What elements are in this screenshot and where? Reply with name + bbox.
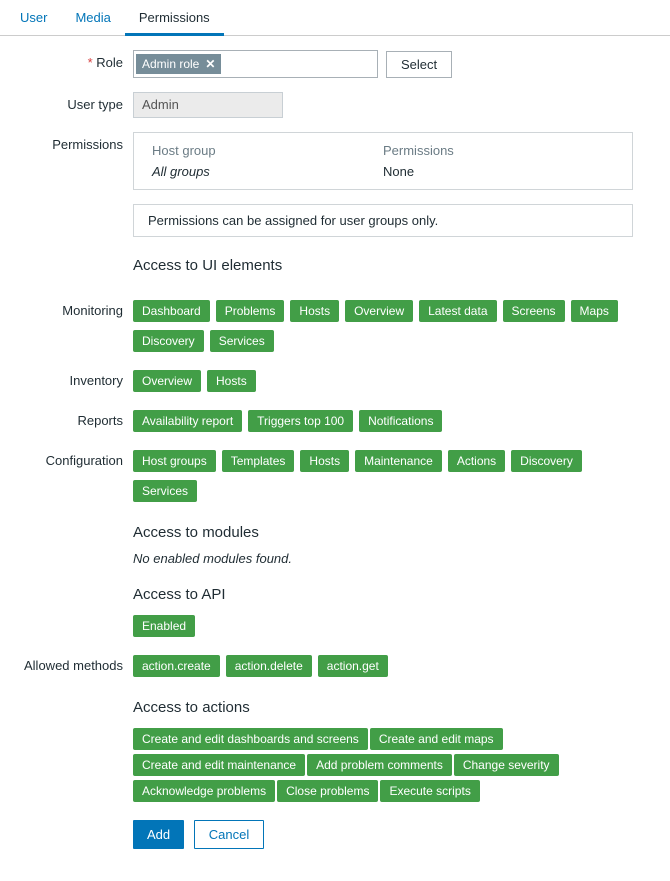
permission-tag: Acknowledge problems: [133, 780, 275, 802]
role-chip-text: Admin role: [142, 57, 199, 71]
permission-tag: Availability report: [133, 410, 242, 432]
tab-media[interactable]: Media: [61, 0, 124, 35]
permission-tag: Triggers top 100: [248, 410, 353, 432]
permission-tag: Hosts: [207, 370, 256, 392]
reports-tags: Availability report Triggers top 100 Notif…: [133, 408, 652, 434]
role-select-button[interactable]: Select: [386, 51, 452, 78]
permission-tag: Host groups: [133, 450, 216, 472]
label-role: Role: [18, 50, 133, 70]
permission-tag: Problems: [216, 300, 285, 322]
section-modules-title: Access to modules: [133, 524, 652, 541]
permission-tag: Overview: [133, 370, 201, 392]
permission-tag: action.create: [133, 655, 220, 677]
permissions-box: Host group All groups Permissions None: [133, 132, 633, 190]
permission-tag: Maps: [571, 300, 618, 322]
perm-permissions-header: Permissions: [383, 143, 614, 158]
label-inventory: Inventory: [18, 368, 133, 388]
configuration-tags: Host groups TemplatesHosts Maintenance Acti…: [133, 448, 652, 504]
permission-tag: Overview: [345, 300, 413, 322]
permission-tag: Templates: [222, 450, 295, 472]
perm-hostgroup-header: Host group: [152, 143, 383, 158]
perm-permissions-value: None: [383, 164, 614, 179]
permission-tag: Discovery: [133, 330, 204, 352]
permission-tag: Maintenance: [355, 450, 442, 472]
role-chip: Admin role ✕: [136, 54, 221, 74]
role-input[interactable]: Admin role ✕: [133, 50, 378, 78]
permission-tag: Hosts: [300, 450, 349, 472]
permission-tag: Actions: [448, 450, 505, 472]
cancel-button[interactable]: Cancel: [194, 820, 264, 849]
api-enabled-tag: Enabled: [133, 615, 195, 637]
permission-tag: Screens: [503, 300, 565, 322]
add-button[interactable]: Add: [133, 820, 184, 849]
permission-tag: Dashboard: [133, 300, 210, 322]
permission-tag: action.delete: [226, 655, 312, 677]
perm-hostgroup-value: All groups: [152, 164, 383, 179]
permission-tag: Change severity: [454, 754, 559, 776]
label-user-type: User type: [18, 92, 133, 112]
section-api-title: Access to API: [133, 586, 652, 603]
permission-tag: Services: [210, 330, 274, 352]
label-permissions: Permissions: [18, 132, 133, 152]
permission-tag: Create and edit maintenance: [133, 754, 305, 776]
user-type-field: Admin: [133, 92, 283, 118]
section-ui-title: Access to UI elements: [133, 257, 282, 274]
form: Role Admin role ✕ Select User type Admin…: [0, 36, 670, 881]
permission-tag: Execute scripts: [380, 780, 479, 802]
permission-tag: Create and edit maps: [370, 728, 503, 750]
allowed-methods-tags: action.create action.delete action.get: [133, 653, 652, 679]
modules-none: No enabled modules found.: [133, 551, 652, 566]
role-chip-remove-icon[interactable]: ✕: [205, 57, 215, 71]
permission-tag: Discovery: [511, 450, 582, 472]
label-reports: Reports: [18, 408, 133, 428]
monitoring-tags: Dashboard ProblemsHosts Overview Latest dat…: [133, 298, 652, 354]
actions-tags: Create and edit dashboards and screensCr…: [133, 726, 652, 804]
permission-tag: Close problems: [277, 780, 378, 802]
permission-tag: action.get: [318, 655, 388, 677]
tabs: User Media Permissions: [0, 0, 670, 36]
inventory-tags: Overview Hosts: [133, 368, 652, 394]
permission-tag: Add problem comments: [307, 754, 452, 776]
label-allowed-methods: Allowed methods: [18, 653, 133, 673]
tab-permissions[interactable]: Permissions: [125, 0, 224, 36]
permission-tag: Create and edit dashboards and screens: [133, 728, 368, 750]
label-configuration: Configuration: [18, 448, 133, 468]
tab-user[interactable]: User: [6, 0, 61, 35]
label-monitoring: Monitoring: [18, 298, 133, 318]
section-actions-title: Access to actions: [133, 699, 652, 716]
permission-tag: Notifications: [359, 410, 442, 432]
permission-tag: Services: [133, 480, 197, 502]
permission-tag: Latest data: [419, 300, 496, 322]
permission-tag: Hosts: [290, 300, 339, 322]
notice: Permissions can be assigned for user gro…: [133, 204, 633, 237]
